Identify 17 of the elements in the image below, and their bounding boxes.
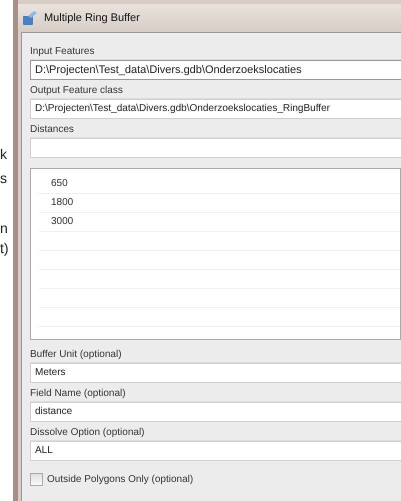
input-field[interactable]: ALL — [30, 441, 401, 461]
background-text: s — [0, 170, 8, 186]
list-item[interactable]: 3000 — [39, 213, 400, 232]
background-text: t) — [0, 240, 10, 256]
checkbox-label: Outside Polygons Only (optional) — [47, 474, 194, 485]
input-field[interactable]: D:\Projecten\Test_data\Divers.gdb\Onderzoekslocaties_RingBuffer — [30, 99, 401, 119]
background-text: k — [0, 146, 8, 162]
toolbox-icon — [22, 10, 38, 26]
background-text: n — [0, 220, 9, 236]
input-field[interactable] — [30, 138, 401, 158]
input-field[interactable]: distance — [30, 402, 401, 422]
list-item[interactable]: 1800 — [39, 194, 400, 213]
window-title: Multiple Ring Buffer — [44, 12, 140, 24]
input-field[interactable]: D:\Projecten\Test_data\Divers.gdb\Onderzoekslocaties — [30, 60, 401, 80]
checkbox[interactable] — [30, 473, 43, 486]
input-field[interactable]: Meters — [30, 363, 401, 383]
list-item[interactable]: 650 — [39, 175, 400, 194]
